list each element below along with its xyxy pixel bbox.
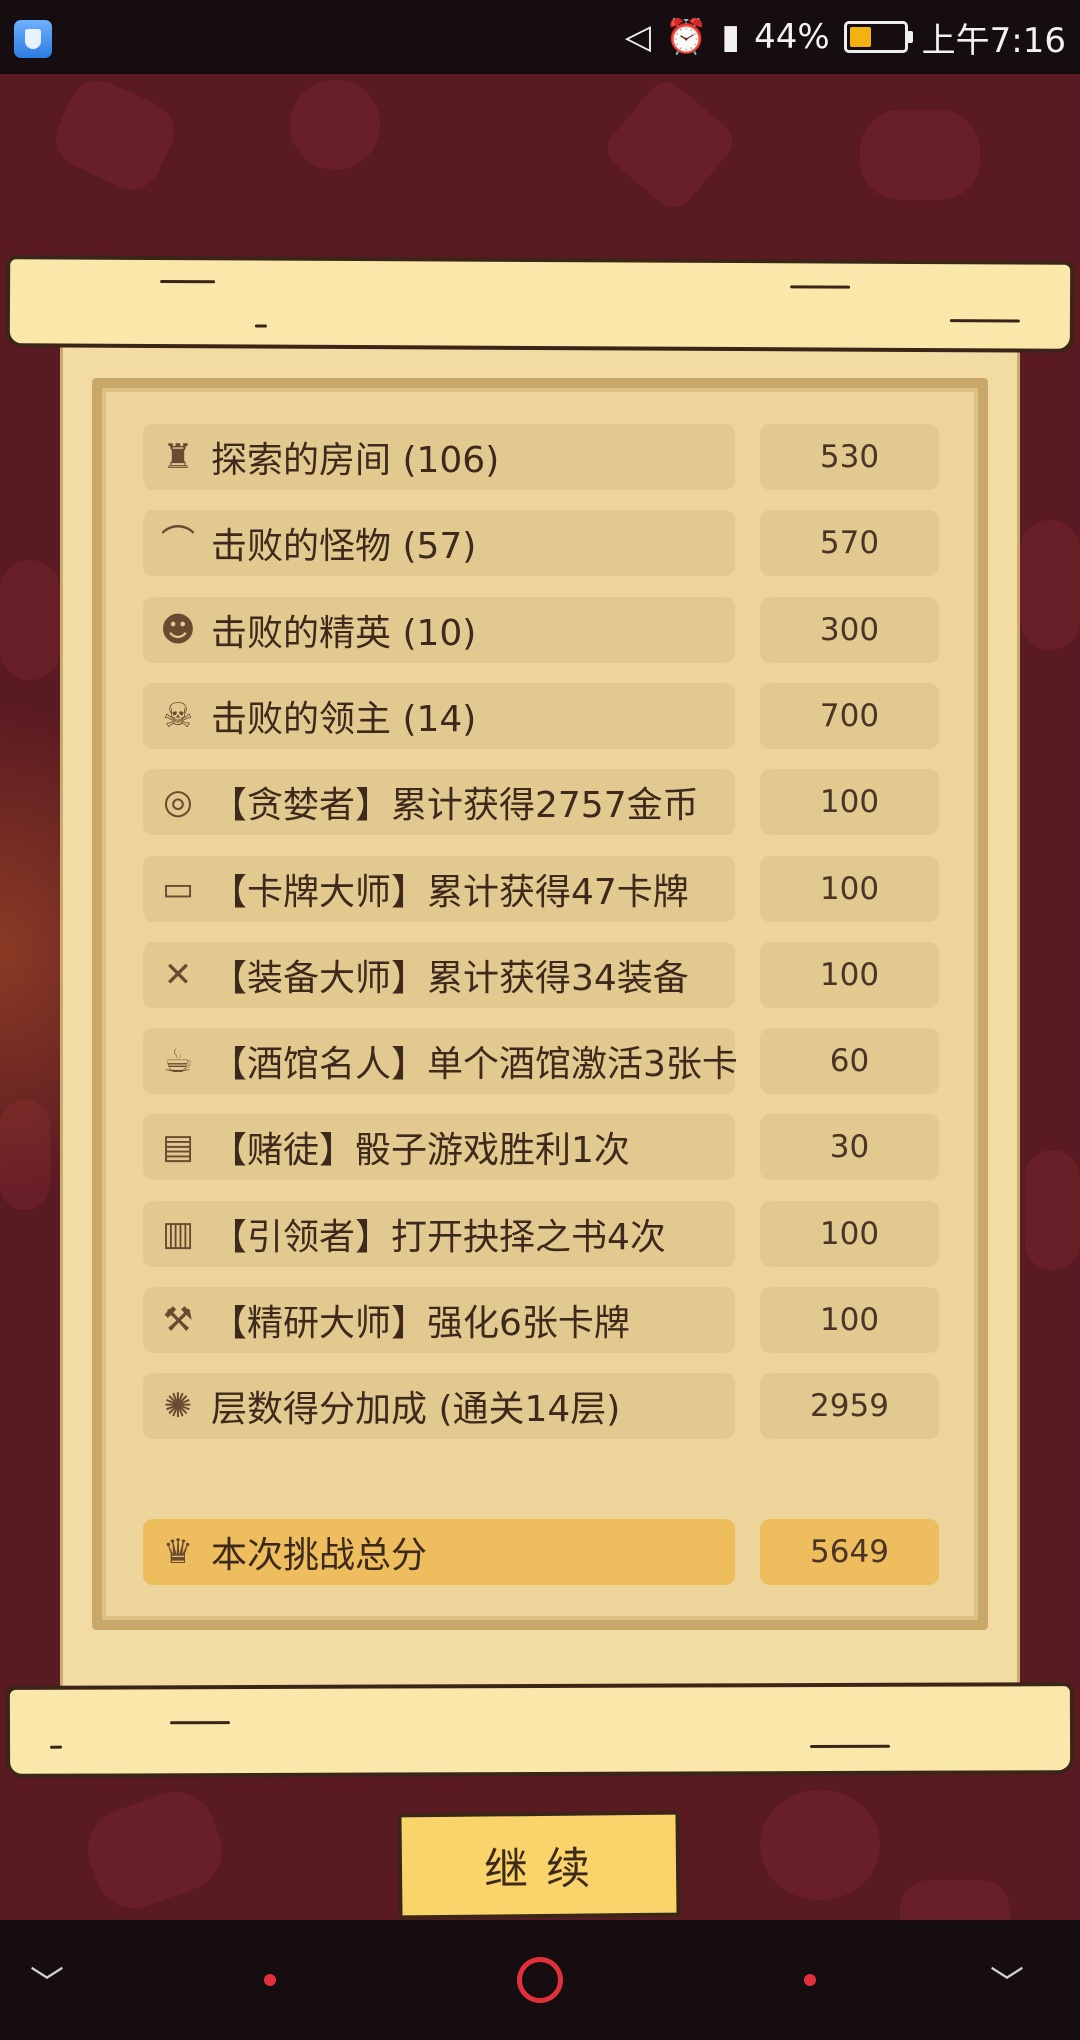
score-label: 【精研大师】强化6张卡牌 bbox=[211, 1303, 630, 1344]
beer-mug-icon: ☕ bbox=[162, 1041, 194, 1081]
score-value: 100 bbox=[760, 856, 939, 922]
dice-book-icon: ▤ bbox=[161, 1127, 195, 1167]
signal-icon: ▮ bbox=[721, 17, 741, 57]
silent-mode-icon: ◁ bbox=[624, 17, 651, 57]
castle-icon: ♜ bbox=[162, 437, 194, 477]
open-book-icon: ▥ bbox=[161, 1214, 195, 1254]
score-row: ▥ 【引领者】打开抉择之书4次 100 bbox=[143, 1201, 939, 1267]
floor-badge-icon: ✺ bbox=[163, 1386, 193, 1426]
hammer-icon: ⚒ bbox=[162, 1300, 194, 1340]
score-value: 530 bbox=[760, 424, 939, 490]
background-shape bbox=[599, 74, 741, 216]
score-label: 【酒馆名人】单个酒馆激活3张卡 bbox=[211, 1044, 738, 1085]
nav-right-dot[interactable] bbox=[804, 1920, 816, 2040]
bat-icon: ⌒ bbox=[161, 523, 195, 563]
background-shape bbox=[290, 80, 380, 170]
score-row: ▤ 【赌徒】骰子游戏胜利1次 30 bbox=[143, 1114, 939, 1180]
background-shape bbox=[1025, 1150, 1080, 1270]
score-value: 30 bbox=[760, 1114, 939, 1180]
score-label: 击败的领主 (14) bbox=[211, 699, 477, 740]
score-value: 100 bbox=[760, 942, 939, 1008]
score-row: ☻ 击败的精英 (10) 300 bbox=[143, 597, 939, 663]
score-label: 探索的房间 (106) bbox=[211, 440, 500, 481]
trophy-icon: ♛ bbox=[162, 1532, 194, 1572]
battery-icon bbox=[843, 21, 913, 53]
score-row: ♜ 探索的房间 (106) 530 bbox=[143, 424, 939, 490]
score-label-box: ▭ 【卡牌大师】累计获得47卡牌 bbox=[143, 856, 735, 922]
clock: 上午7:16 bbox=[921, 20, 1066, 61]
scroll-bottom-roll bbox=[5, 1682, 1075, 1778]
score-row: ⌒ 击败的怪物 (57) 570 bbox=[143, 510, 939, 576]
score-label: 击败的怪物 (57) bbox=[211, 526, 477, 567]
score-value: 60 bbox=[760, 1028, 939, 1094]
battery-fill bbox=[849, 27, 871, 47]
background-shape bbox=[760, 1790, 880, 1900]
cards-icon: ▭ bbox=[161, 869, 195, 909]
horned-skull-icon: ☠ bbox=[162, 696, 194, 736]
score-value: 2959 bbox=[760, 1373, 939, 1439]
equipment-icon: ✕ bbox=[163, 955, 193, 995]
status-bar: ◁ ⏰ ▮ 44% 上午7:16 bbox=[0, 0, 1080, 74]
score-row: ▭ 【卡牌大师】累计获得47卡牌 100 bbox=[143, 856, 939, 922]
score-label: 击败的精英 (10) bbox=[211, 613, 477, 654]
score-row: ✺ 层数得分加成 (通关14层) 2959 bbox=[143, 1373, 939, 1439]
nav-menu-button[interactable]: ﹀ bbox=[990, 1920, 1050, 2040]
score-label-box: ✕ 【装备大师】累计获得34装备 bbox=[143, 942, 735, 1008]
background-shape bbox=[1020, 520, 1080, 650]
score-label-box: ☻ 击败的精英 (10) bbox=[143, 597, 735, 663]
background-shape bbox=[76, 1780, 234, 1920]
demon-face-icon: ☻ bbox=[160, 610, 196, 650]
score-row: ☠ 击败的领主 (14) 700 bbox=[143, 683, 939, 749]
score-label-box: ▤ 【赌徒】骰子游戏胜利1次 bbox=[143, 1114, 735, 1180]
score-label: 【卡牌大师】累计获得47卡牌 bbox=[211, 872, 689, 913]
navigation-bar: ﹀ ﹀ bbox=[0, 1920, 1080, 2040]
total-label-box: ♛ 本次挑战总分 bbox=[143, 1519, 735, 1585]
score-label: 层数得分加成 (通关14层) bbox=[211, 1389, 621, 1430]
coin-stack-icon: ◎ bbox=[163, 782, 193, 822]
chevron-down-icon: ﹀ bbox=[990, 1963, 1024, 2004]
score-label-box: ☠ 击败的领主 (14) bbox=[143, 683, 735, 749]
score-value: 100 bbox=[760, 1287, 939, 1353]
alarm-icon: ⏰ bbox=[665, 17, 708, 57]
continue-button[interactable]: 继续 bbox=[397, 1810, 681, 1920]
score-label: 【引领者】打开抉择之书4次 bbox=[211, 1217, 666, 1258]
total-score-row: ♛ 本次挑战总分 5649 bbox=[143, 1519, 939, 1585]
battery-percent: 44% bbox=[754, 17, 830, 57]
nav-left-dot[interactable] bbox=[264, 1920, 276, 2040]
chevron-down-icon: ﹀ bbox=[30, 1963, 64, 2004]
score-label-box: ☕ 【酒馆名人】单个酒馆激活3张卡 bbox=[143, 1028, 738, 1094]
home-circle-icon bbox=[517, 1957, 563, 2003]
score-row: ⚒ 【精研大师】强化6张卡牌 100 bbox=[143, 1287, 939, 1353]
nav-back-button[interactable]: ﹀ bbox=[30, 1920, 90, 2040]
score-label-box: ✺ 层数得分加成 (通关14层) bbox=[143, 1373, 735, 1439]
score-value: 300 bbox=[760, 597, 939, 663]
total-label: 本次挑战总分 bbox=[211, 1535, 428, 1576]
score-label: 【赌徒】骰子游戏胜利1次 bbox=[211, 1130, 630, 1171]
total-value: 5649 bbox=[760, 1519, 939, 1585]
score-value: 570 bbox=[760, 510, 939, 576]
shield-app-icon bbox=[14, 20, 52, 58]
score-label-box: ▥ 【引领者】打开抉择之书4次 bbox=[143, 1201, 735, 1267]
score-row: ✕ 【装备大师】累计获得34装备 100 bbox=[143, 942, 939, 1008]
score-value: 700 bbox=[760, 683, 939, 749]
score-label-box: ⚒ 【精研大师】强化6张卡牌 bbox=[143, 1287, 735, 1353]
nav-home-button[interactable] bbox=[514, 1920, 566, 2040]
scroll-top-roll bbox=[5, 255, 1075, 353]
background-shape bbox=[0, 560, 60, 680]
score-value: 100 bbox=[760, 1201, 939, 1267]
score-row: ◎ 【贪婪者】累计获得2757金币 100 bbox=[143, 769, 939, 835]
score-label: 【装备大师】累计获得34装备 bbox=[211, 958, 689, 999]
score-label-box: ⌒ 击败的怪物 (57) bbox=[143, 510, 735, 576]
score-label-box: ◎ 【贪婪者】累计获得2757金币 bbox=[143, 769, 735, 835]
background-shape bbox=[860, 110, 980, 200]
dot-icon bbox=[804, 1974, 816, 1986]
dot-icon bbox=[264, 1974, 276, 1986]
background-shape bbox=[46, 70, 184, 200]
score-label-box: ♜ 探索的房间 (106) bbox=[143, 424, 735, 490]
score-row: ☕ 【酒馆名人】单个酒馆激活3张卡 60 bbox=[143, 1028, 939, 1094]
score-label: 【贪婪者】累计获得2757金币 bbox=[211, 785, 699, 826]
score-value: 100 bbox=[760, 769, 939, 835]
